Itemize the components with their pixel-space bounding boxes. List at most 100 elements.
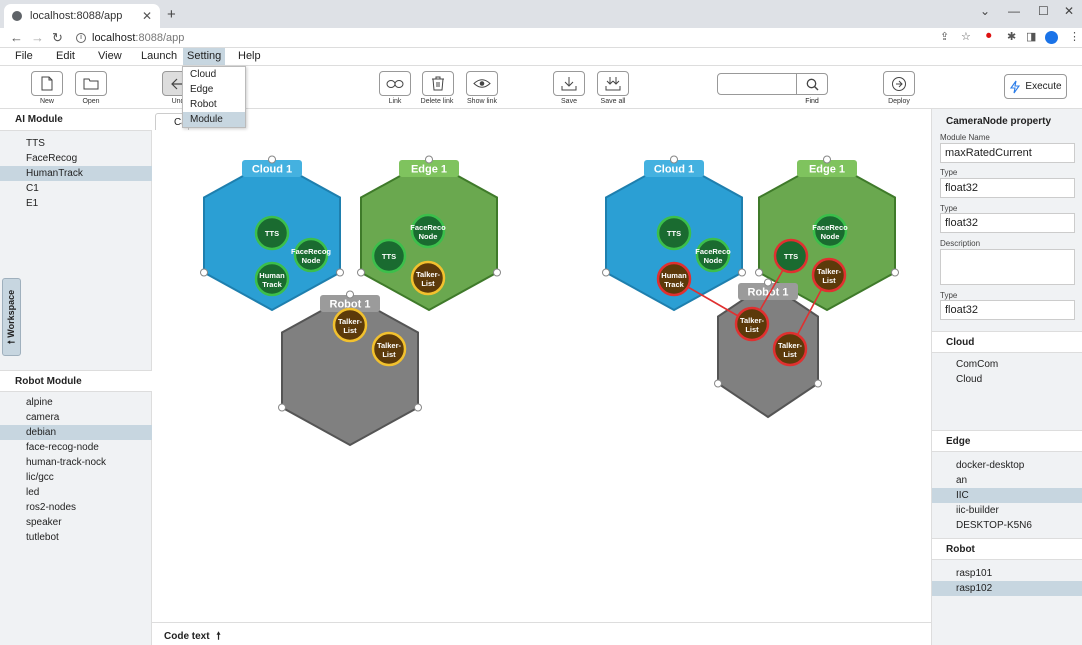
edge-item-iic-builder[interactable]: iic-builder <box>932 503 1082 518</box>
right-cloud-hexagon-right-handle[interactable] <box>738 268 746 277</box>
new-tab-icon[interactable]: + <box>167 6 176 23</box>
back-icon[interactable]: ← <box>10 30 23 45</box>
extension-record-icon[interactable]: ⏺ <box>986 30 992 43</box>
new-tool[interactable]: New <box>31 71 63 105</box>
menu-setting[interactable]: Setting <box>183 48 226 65</box>
type-field-2[interactable] <box>940 213 1075 233</box>
workspace-tab[interactable]: 🠕 Workspace <box>2 278 21 356</box>
robot-module-item-ros2-nodes[interactable]: ros2-nodes <box>0 500 152 515</box>
module-name-field[interactable] <box>940 143 1075 163</box>
left-edge-hexagon-right-handle[interactable] <box>493 268 501 277</box>
show-link-button[interactable] <box>466 71 498 96</box>
save-all-button[interactable] <box>597 71 629 96</box>
right-edge-hexagon-right-handle[interactable] <box>891 268 899 277</box>
minimize-icon[interactable]: — <box>1008 4 1020 18</box>
menu-file[interactable]: File <box>11 48 37 65</box>
share-icon[interactable]: ⇪ <box>940 30 949 43</box>
robot-item-rasp102[interactable]: rasp102 <box>932 581 1082 596</box>
save-all-tool[interactable]: Save all <box>597 71 629 105</box>
topology-diagram[interactable]: Cloud 1 Edge 1Robot 1TTSFaceRecog NodeHuma… <box>152 130 931 622</box>
link-tool[interactable]: Link <box>379 71 411 105</box>
menu-view[interactable]: View <box>94 48 126 65</box>
robot-item-rasp101[interactable]: rasp101 <box>932 566 1082 581</box>
robot-module-item-led[interactable]: led <box>0 485 152 500</box>
deploy-tool[interactable]: Deploy <box>883 71 915 105</box>
left-robot-hexagon-right-handle[interactable] <box>414 403 422 412</box>
robot-module-item-human-track-nock[interactable]: human-track-nock <box>0 455 152 470</box>
ai-module-item-c1[interactable]: C1 <box>0 181 152 196</box>
sidepanel-icon[interactable]: ◨ <box>1026 30 1036 43</box>
save-button[interactable] <box>553 71 585 96</box>
link-button[interactable] <box>379 71 411 96</box>
edge-item-docker-desktop[interactable]: docker-desktop <box>932 458 1082 473</box>
right-robot-hexagon-left-handle[interactable] <box>714 379 722 388</box>
forward-icon[interactable]: → <box>31 30 44 45</box>
url-field[interactable]: i localhost:8088/app <box>76 29 966 46</box>
ai-module-item-humantrack[interactable]: HumanTrack <box>0 166 152 181</box>
execute-button[interactable]: Execute <box>1004 74 1067 99</box>
bookmark-star-icon[interactable]: ☆ <box>961 30 971 43</box>
type-field-3[interactable] <box>940 300 1075 320</box>
right-edge-hexagon-top-handle[interactable] <box>823 155 831 164</box>
setting-menu-robot[interactable]: Robot <box>183 97 245 112</box>
right-cloud-hexagon-left-handle[interactable] <box>602 268 610 277</box>
robot-module-item-speaker[interactable]: speaker <box>0 515 152 530</box>
ai-module-item-tts[interactable]: TTS <box>0 136 152 151</box>
find-input[interactable] <box>717 73 797 95</box>
ai-module-header: AI Module <box>0 109 152 131</box>
left-edge-hexagon-left-handle[interactable] <box>357 268 365 277</box>
menu-edit[interactable]: Edit <box>52 48 79 65</box>
robot-module-item-tutlebot[interactable]: tutlebot <box>0 530 152 545</box>
maximize-icon[interactable]: ☐ <box>1038 4 1049 18</box>
profile-avatar[interactable] <box>1045 31 1058 44</box>
robot-module-item-face-recog-node[interactable]: face-recog-node <box>0 440 152 455</box>
extensions-puzzle-icon[interactable]: ✱ <box>1007 30 1016 43</box>
browser-tab[interactable]: localhost:8088/app ✕ <box>4 4 160 28</box>
site-info-icon[interactable]: i <box>76 32 86 43</box>
right-edge-hexagon-left-handle[interactable] <box>755 268 763 277</box>
open-button[interactable] <box>75 71 107 96</box>
left-cloud-hexagon-right-handle[interactable] <box>336 268 344 277</box>
cloud-item-cloud[interactable]: Cloud <box>932 372 1082 387</box>
cloud-item-comcom[interactable]: ComCom <box>932 357 1082 372</box>
robot-module-item-camera[interactable]: camera <box>0 410 152 425</box>
left-cloud-hexagon-top-handle[interactable] <box>268 155 276 164</box>
new-button[interactable] <box>31 71 63 96</box>
ai-module-item-facerecog[interactable]: FaceRecog <box>0 151 152 166</box>
left-cloud-hexagon-left-handle[interactable] <box>200 268 208 277</box>
left-edge-hexagon-top-handle[interactable] <box>425 155 433 164</box>
code-text-bar[interactable]: Code text 🠕 <box>152 622 931 645</box>
robot-module-item-debian[interactable]: debian <box>0 425 152 440</box>
reload-icon[interactable]: ↻ <box>52 30 63 46</box>
close-tab-icon[interactable]: ✕ <box>142 9 152 23</box>
window-close-icon[interactable]: ✕ <box>1064 4 1074 18</box>
right-robot-hexagon-right-handle[interactable] <box>814 379 822 388</box>
right-cloud-hexagon-top-handle[interactable] <box>670 155 678 164</box>
show-link-tool[interactable]: Show link <box>466 71 498 105</box>
ai-module-item-e1[interactable]: E1 <box>0 196 152 211</box>
edge-item-desktop-k5n6[interactable]: DESKTOP-K5N6 <box>932 518 1082 533</box>
menu-launch[interactable]: Launch <box>137 48 181 65</box>
save-tool[interactable]: Save <box>553 71 585 105</box>
delete-link-tool[interactable]: Delete link <box>421 71 454 105</box>
edge-item-an[interactable]: an <box>932 473 1082 488</box>
robot-module-item-alpine[interactable]: alpine <box>0 395 152 410</box>
edge-item-iic[interactable]: IIC <box>932 488 1082 503</box>
deploy-button[interactable] <box>883 71 915 96</box>
left-robot-hexagon-left-handle[interactable] <box>278 403 286 412</box>
description-field[interactable] <box>940 249 1075 285</box>
open-tool[interactable]: Open <box>75 71 107 105</box>
menu-help[interactable]: Help <box>234 48 265 65</box>
right-robot-hexagon-top-handle[interactable] <box>764 278 772 287</box>
find-button[interactable] <box>796 73 828 95</box>
canvas-area[interactable]: Cloud 1 Edge 1 Robot 1 TTS FaceRecog Node Huma… <box>152 130 931 622</box>
setting-menu-edge[interactable]: Edge <box>183 82 245 97</box>
type-field-1[interactable] <box>940 178 1075 198</box>
robot-module-item-lic-gcc[interactable]: lic/gcc <box>0 470 152 485</box>
setting-menu-cloud[interactable]: Cloud <box>183 67 245 82</box>
browser-menu-icon[interactable]: ⋮ <box>1069 30 1080 43</box>
left-robot-hexagon-top-handle[interactable] <box>346 290 354 299</box>
tab-search-icon[interactable]: ⌄ <box>980 4 990 18</box>
delete-link-button[interactable] <box>422 71 454 96</box>
setting-menu-module[interactable]: Module <box>183 112 245 127</box>
